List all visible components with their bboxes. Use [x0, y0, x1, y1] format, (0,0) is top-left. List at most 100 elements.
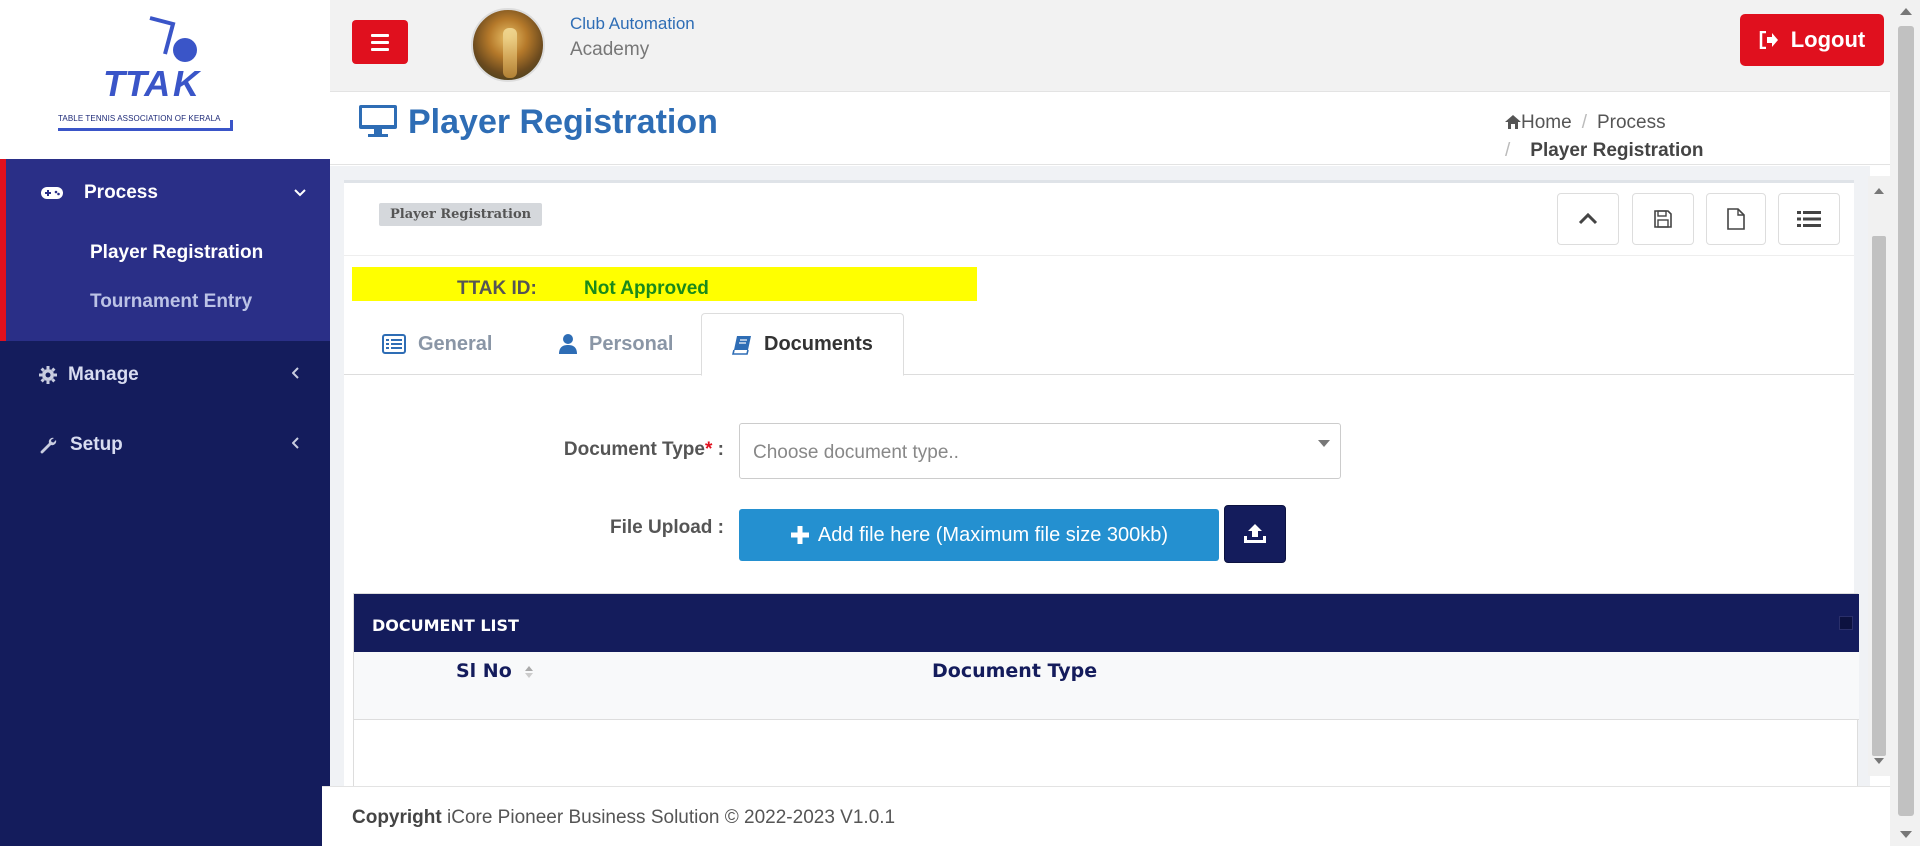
logo-area: TTA K TABLE TENNIS ASSOCIATION OF KERALA — [0, 0, 330, 159]
scroll-down-icon[interactable] — [1900, 831, 1912, 838]
scroll-up-icon[interactable] — [1900, 8, 1912, 15]
upload-icon — [1244, 524, 1266, 543]
list-icon — [1797, 211, 1821, 227]
file-icon — [1727, 208, 1745, 230]
logo-underline — [58, 128, 233, 131]
wrench-icon — [36, 433, 60, 457]
gear-icon — [36, 363, 60, 387]
document-list-title: DOCUMENT LIST — [372, 616, 519, 635]
nav-setup-label: Setup — [70, 434, 123, 455]
hamburger-icon-bar — [371, 40, 389, 44]
user-icon — [559, 334, 577, 354]
tab-documents[interactable]: Documents — [701, 313, 904, 376]
main-content: Player Registration TTAK ID: Not Approve… — [330, 166, 1890, 793]
table-header-row: Sl No Document Type — [354, 652, 1859, 720]
content-scrollbar[interactable] — [1868, 176, 1890, 776]
column-header-document-type[interactable]: Document Type — [932, 660, 1097, 682]
panel-badge: Player Registration — [379, 203, 543, 226]
breadcrumb-current: Player Registration — [1530, 140, 1704, 161]
gamepad-icon — [40, 181, 64, 205]
save-button[interactable] — [1632, 193, 1694, 245]
document-type-select[interactable]: Choose document type.. — [739, 423, 1341, 479]
sidebar: TTA K TABLE TENNIS ASSOCIATION OF KERALA… — [0, 0, 330, 846]
avatar[interactable] — [471, 8, 545, 82]
document-type-label-text: Document Type — [563, 439, 705, 460]
nav-manage[interactable]: Manage — [0, 355, 330, 395]
divider — [344, 255, 1854, 256]
ttak-id-banner: TTAK ID: Not Approved — [352, 267, 977, 301]
document-list-header: DOCUMENT LIST — [354, 594, 1859, 652]
tab-documents-label: Documents — [764, 333, 873, 355]
logo-caption: TABLE TENNIS ASSOCIATION OF KERALA — [58, 114, 221, 123]
sort-icon — [524, 665, 534, 680]
column-header-sl-no[interactable]: Sl No — [456, 660, 533, 682]
menu-toggle-button[interactable] — [352, 20, 408, 64]
list-button[interactable] — [1778, 193, 1840, 245]
tab-general-label: General — [418, 332, 493, 355]
footer: Copyright iCore Pioneer Business Solutio… — [322, 786, 1890, 846]
sidebar-item-player-registration[interactable]: Player Registration — [90, 242, 263, 264]
copyright-label: Copyright — [352, 807, 442, 828]
document-type-label: Document Type* : — [474, 439, 724, 461]
org-subtitle: Academy — [570, 39, 650, 60]
chevron-down-icon — [294, 184, 306, 202]
tab-bar: General Personal Documents — [344, 313, 1854, 376]
upload-button[interactable] — [1224, 505, 1286, 563]
scroll-down-icon[interactable] — [1874, 758, 1884, 764]
breadcrumb-home[interactable]: Home — [1521, 112, 1572, 133]
tab-general[interactable]: General — [382, 313, 492, 375]
add-file-label: Add file here (Maximum file size 300kb) — [817, 523, 1169, 546]
breadcrumb-separator: / — [1505, 140, 1511, 161]
chevron-left-icon — [291, 366, 300, 384]
registration-panel: Player Registration TTAK ID: Not Approve… — [344, 180, 1859, 793]
add-file-button[interactable]: Add file here (Maximum file size 300kb) — [739, 509, 1219, 561]
scroll-thumb[interactable] — [1872, 236, 1886, 756]
nav-setup[interactable]: Setup — [0, 425, 330, 465]
ttak-id-status: Not Approved — [584, 278, 709, 299]
breadcrumb: Home / Process / Player Registration — [1505, 109, 1703, 164]
scroll-up-icon[interactable] — [1874, 188, 1884, 194]
scroll-thumb[interactable] — [1898, 26, 1914, 816]
tab-personal-label: Personal — [589, 332, 674, 355]
sign-out-icon — [1759, 31, 1778, 49]
page-title: Player Registration — [408, 103, 718, 141]
nav-manage-label: Manage — [68, 364, 139, 385]
home-icon — [1505, 110, 1521, 137]
list-alt-icon — [382, 334, 406, 354]
ttak-logo-icon: TTA K — [103, 16, 202, 104]
document-type-label-suffix: : — [712, 439, 724, 460]
desktop-icon — [359, 105, 397, 137]
logout-label: Logout — [1790, 27, 1866, 52]
page-header: Player Registration Home / Process / Player… — [330, 93, 1890, 165]
nav-group-process: Process Player Registration Tournament E… — [0, 159, 330, 341]
page-scrollbar[interactable] — [1890, 0, 1920, 846]
document-list: DOCUMENT LIST Sl No Document Type — [353, 593, 1859, 793]
sidebar-item-tournament-entry[interactable]: Tournament Entry — [90, 291, 252, 313]
tab-personal[interactable]: Personal — [559, 313, 673, 375]
new-button[interactable] — [1706, 193, 1766, 245]
collapse-button[interactable] — [1557, 193, 1619, 245]
chevron-left-icon — [291, 436, 300, 454]
save-icon — [1654, 210, 1672, 228]
hamburger-icon-bar — [371, 47, 389, 51]
plus-icon — [790, 526, 809, 544]
file-upload-label: File Upload : — [610, 517, 724, 538]
svg-text:K: K — [173, 63, 202, 104]
logout-button[interactable]: Logout — [1740, 14, 1884, 66]
ttak-id-label: TTAK ID: — [457, 278, 537, 299]
column-sl-no-label: Sl No — [456, 660, 512, 682]
logo-underline-end — [230, 120, 233, 131]
footer-copyright: Copyright iCore Pioneer Business Solutio… — [352, 807, 895, 829]
minimize-icon[interactable] — [1839, 616, 1853, 630]
document-type-placeholder: Choose document type.. — [753, 442, 959, 463]
book-icon — [732, 335, 751, 355]
breadcrumb-separator: / — [1581, 112, 1587, 133]
nav-process-toggle[interactable]: Process — [6, 173, 336, 213]
nav-process-label: Process — [84, 182, 158, 203]
svg-text:TTA: TTA — [103, 63, 170, 104]
top-header: Club Automation Academy Logout — [330, 0, 1890, 92]
copyright-text: iCore Pioneer Business Solution © 2022-2… — [447, 807, 896, 828]
caret-down-icon — [1318, 440, 1330, 447]
breadcrumb-process[interactable]: Process — [1597, 112, 1666, 133]
chevron-up-icon — [1578, 213, 1598, 225]
